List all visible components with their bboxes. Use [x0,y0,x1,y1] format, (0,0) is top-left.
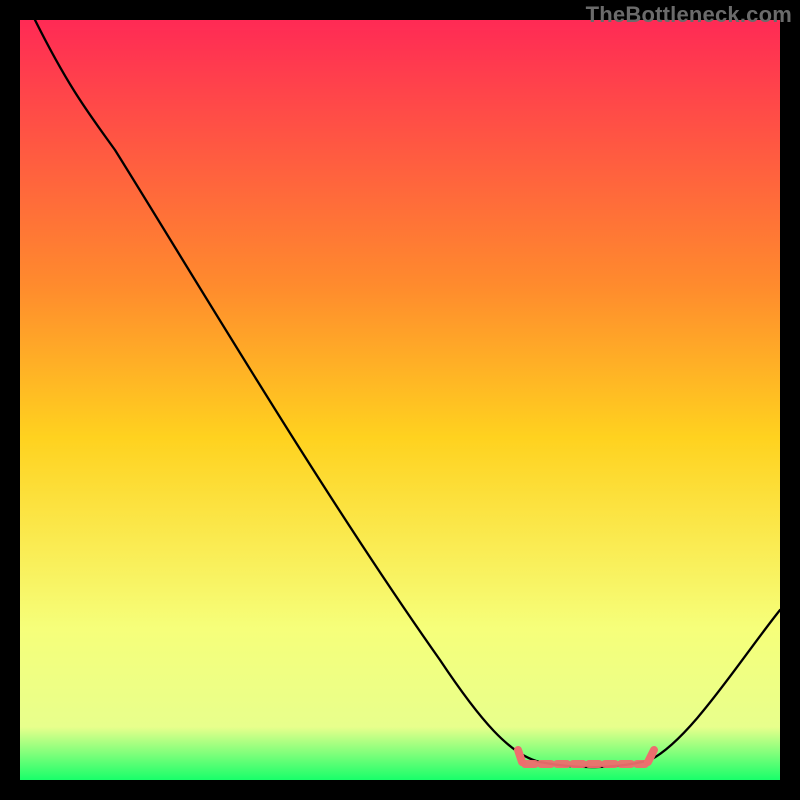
watermark-text: TheBottleneck.com [586,2,792,28]
chart-stage: TheBottleneck.com [0,0,800,800]
plot-background [20,20,780,780]
bottleneck-plot [20,20,780,780]
